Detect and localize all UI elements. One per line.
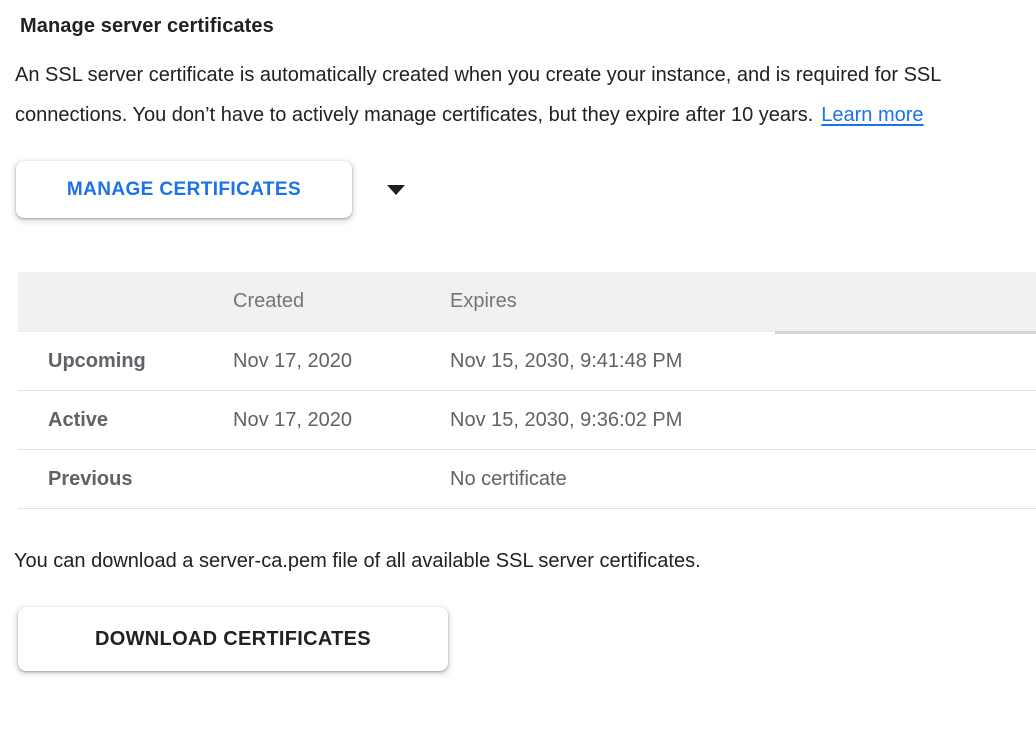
row-label: Previous [18,468,203,491]
manage-button-row: MANAGE CERTIFICATES [16,161,1036,218]
row-label: Active [18,409,203,432]
row-created: Nov 17, 2020 [203,409,420,432]
row-created: Nov 17, 2020 [203,350,420,373]
download-certificates-button[interactable]: DOWNLOAD CERTIFICATES [18,607,448,671]
row-expires: Nov 15, 2030, 9:41:48 PM [420,350,1036,373]
table-row-previous: Previous No certificate [18,450,1036,509]
caret-down-icon [387,185,405,195]
row-expires: Nov 15, 2030, 9:36:02 PM [420,409,1036,432]
table-row-upcoming: Upcoming Nov 17, 2020 Nov 15, 2030, 9:41… [18,332,1036,391]
table-header-created: Created [203,290,420,313]
table-row-active: Active Nov 17, 2020 Nov 15, 2030, 9:36:0… [18,391,1036,450]
page-title: Manage server certificates [20,15,1021,38]
certificates-table: Created Expires Upcoming Nov 17, 2020 No… [18,272,1036,509]
manage-certificates-dropdown-button[interactable] [376,170,416,210]
description-text: An SSL server certificate is automatical… [15,55,1027,135]
download-note: You can download a server-ca.pem file of… [14,550,1020,573]
horizontal-scrollbar-thumb [775,331,1036,334]
row-label: Upcoming [18,350,203,373]
row-expires: No certificate [420,468,1036,491]
table-header-expires: Expires [420,290,1036,313]
description-body: An SSL server certificate is automatical… [15,64,941,126]
learn-more-link[interactable]: Learn more [821,104,923,126]
table-header-row: Created Expires [18,272,1036,332]
manage-certificates-button[interactable]: MANAGE CERTIFICATES [16,161,352,218]
